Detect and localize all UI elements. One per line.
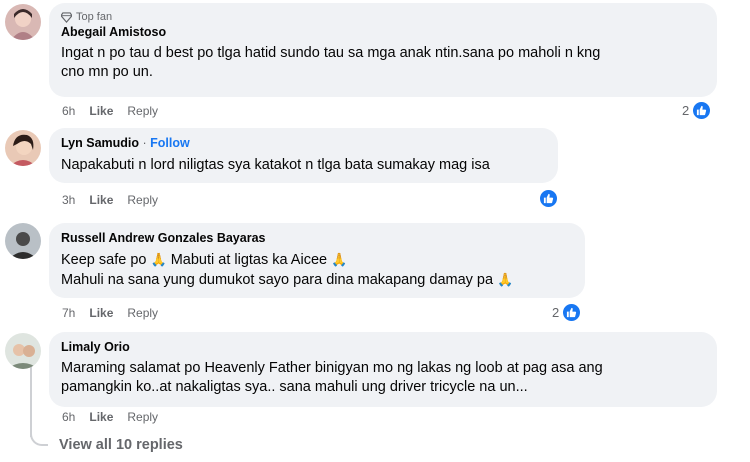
like-button[interactable]: Like [89, 306, 113, 320]
comment-line: cno mn po un. [61, 64, 153, 80]
comment-text: Napakabuti n lord niligtas sya katakot n… [61, 157, 490, 173]
comment-line: Mabuti at ligtas ka Aicee [170, 252, 328, 268]
thumbs-up-icon [561, 302, 583, 323]
comment-bubble: Lyn Samudio · Follow Napakabuti n lord n… [49, 128, 558, 183]
folded-hands-emoji: 🙏 [150, 252, 167, 267]
follow-button[interactable]: Follow [150, 136, 190, 150]
like-button[interactable]: Like [89, 193, 113, 207]
reply-thread-connector [30, 420, 48, 446]
avatar[interactable] [5, 4, 41, 40]
thumbs-up-icon [691, 100, 713, 121]
avatar[interactable] [5, 223, 41, 259]
reply-button[interactable]: Reply [127, 104, 158, 118]
folded-hands-emoji: 🙏 [497, 272, 514, 287]
timestamp[interactable]: 6h [62, 104, 75, 118]
diamond-icon [61, 11, 72, 23]
comment-actions: 6h Like Reply [62, 410, 158, 424]
comment-actions: 3h Like Reply [62, 193, 158, 207]
author-name[interactable]: Russell Andrew Gonzales Bayaras [61, 231, 265, 245]
timestamp[interactable]: 6h [62, 410, 75, 424]
comment-actions: 7h Like Reply [62, 306, 158, 320]
reaction-count: 2 [552, 305, 560, 320]
author-name[interactable]: Limaly Orio [61, 340, 130, 354]
author-name[interactable]: Lyn Samudio [61, 136, 139, 150]
reaction-summary[interactable]: 2 [682, 100, 713, 121]
comment-bubble: Top fan Abegail Amistoso Ingat n po tau … [49, 3, 717, 97]
avatar[interactable] [5, 333, 41, 369]
like-button[interactable]: Like [89, 104, 113, 118]
like-button[interactable]: Like [89, 410, 113, 424]
timestamp[interactable]: 7h [62, 306, 75, 320]
comment-bubble: Russell Andrew Gonzales Bayaras Keep saf… [49, 223, 585, 298]
view-all-replies-link[interactable]: View all 10 replies [59, 437, 183, 453]
comment-line: Maraming salamat po Heavenly Father bini… [61, 360, 603, 376]
reaction-summary[interactable]: 2 [552, 302, 583, 323]
badge-label: Top fan [76, 11, 113, 23]
reaction-count: 2 [682, 103, 690, 118]
comment-line: Keep safe po [61, 252, 147, 268]
reply-button[interactable]: Reply [127, 410, 158, 424]
comment-bubble: Limaly Orio Maraming salamat po Heavenly… [49, 332, 717, 407]
folded-hands-emoji: 🙏 [331, 252, 348, 267]
timestamp[interactable]: 3h [62, 193, 75, 207]
comment-line: pamangkin ko..at nakaligtas sya.. sana m… [61, 379, 528, 395]
top-fan-badge: Top fan [61, 10, 705, 24]
comment-actions: 6h Like Reply [62, 104, 158, 118]
reply-button[interactable]: Reply [127, 306, 158, 320]
comment-line: Mahuli na sana yung dumukot sayo para di… [61, 272, 494, 288]
avatar[interactable] [5, 130, 41, 166]
comment-text: Ingat n po tau d best po tlga hatid sund… [61, 44, 705, 82]
thumbs-up-icon [538, 188, 559, 209]
separator-dot: · [142, 136, 147, 150]
comment-text: Keep safe po 🙏 Mabuti at ligtas ka Aicee… [61, 250, 573, 290]
comment-text: Maraming salamat po Heavenly Father bini… [61, 359, 705, 397]
reaction-summary[interactable] [538, 188, 559, 209]
reply-button[interactable]: Reply [127, 193, 158, 207]
comment-line: Ingat n po tau d best po tlga hatid sund… [61, 45, 601, 61]
author-name[interactable]: Abegail Amistoso [61, 25, 166, 39]
